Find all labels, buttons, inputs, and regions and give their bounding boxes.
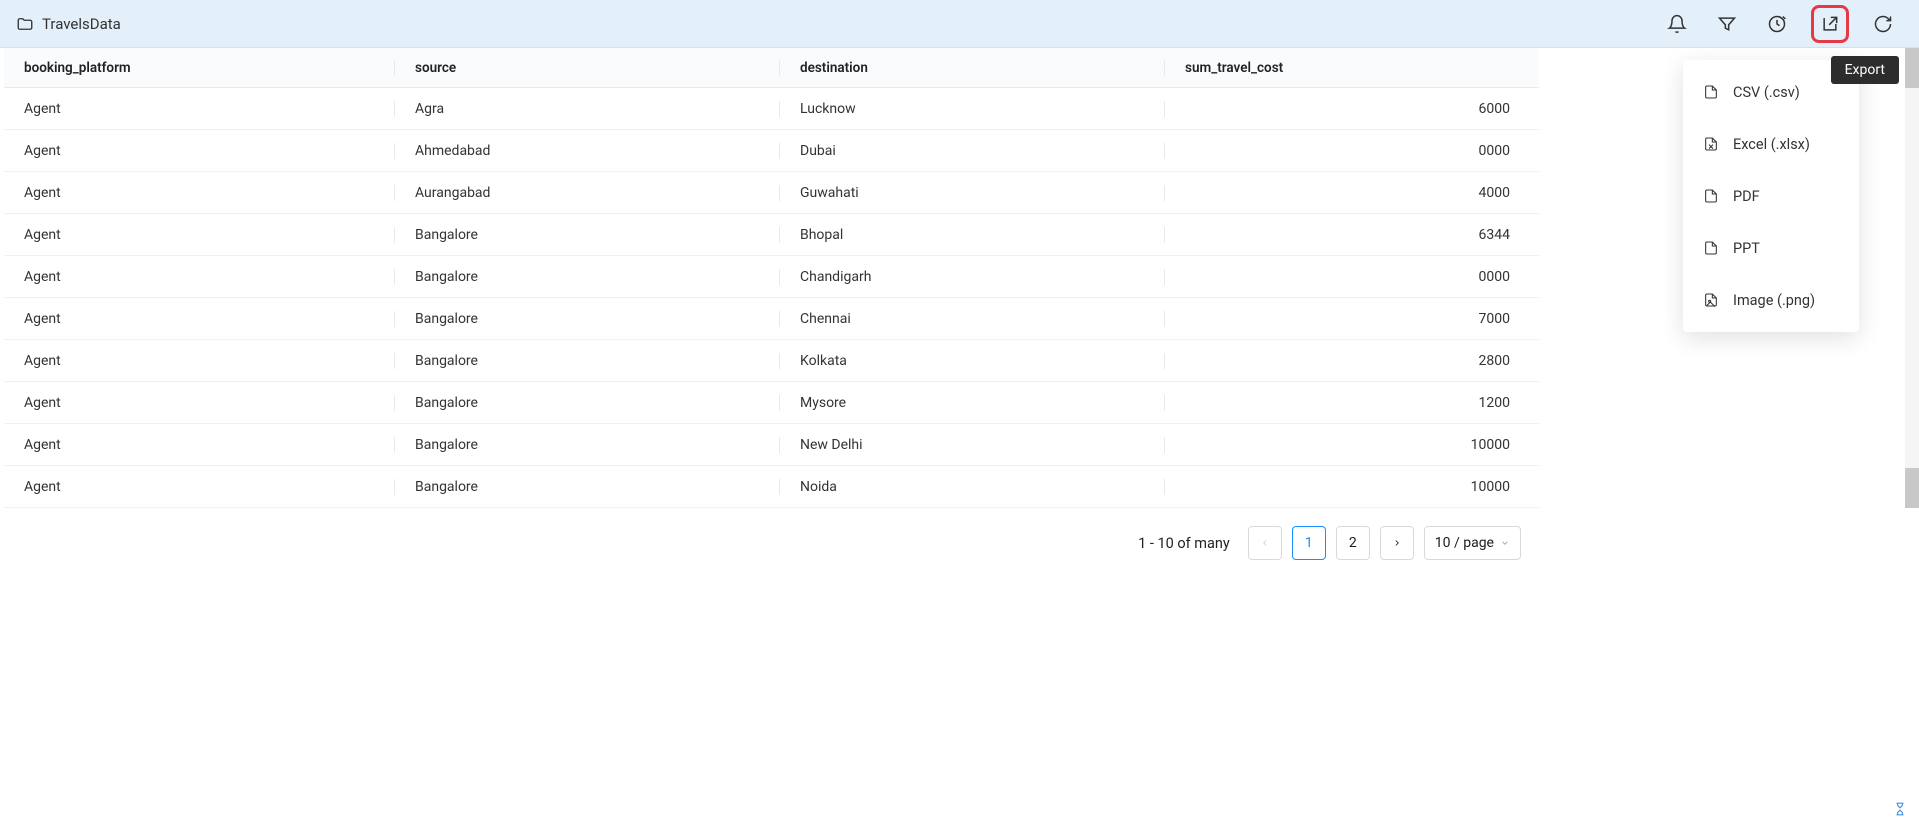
export-pdf-label: PDF <box>1733 188 1760 205</box>
table-row[interactable]: AgentBangaloreChandigarh0000 <box>4 256 1539 298</box>
cell-source: Bangalore <box>394 227 779 243</box>
cell-source: Bangalore <box>394 395 779 411</box>
cell-destination: Dubai <box>779 143 1164 159</box>
export-excel-label: Excel (.xlsx) <box>1733 136 1810 153</box>
cell-source: Bangalore <box>394 311 779 327</box>
pagination-page-1[interactable]: 1 <box>1292 526 1326 560</box>
cell-source: Bangalore <box>394 269 779 285</box>
pagination-page-2[interactable]: 2 <box>1336 526 1370 560</box>
cell-cost: 6000 <box>1164 101 1534 117</box>
cell-booking: Agent <box>4 143 394 159</box>
cell-destination: Bhopal <box>779 227 1164 243</box>
cell-cost: 0000 <box>1164 143 1534 159</box>
scroll-thumb-top[interactable] <box>1905 48 1919 88</box>
cell-cost: 6344 <box>1164 227 1534 243</box>
cell-source: Bangalore <box>394 479 779 495</box>
cell-booking: Agent <box>4 479 394 495</box>
table-body: AgentAgraLucknow6000AgentAhmedabadDubai0… <box>4 88 1539 508</box>
pagination-next[interactable] <box>1380 526 1414 560</box>
data-table: booking_platform source destination sum_… <box>4 48 1539 508</box>
cell-cost: 2800 <box>1164 353 1534 369</box>
cell-destination: Noida <box>779 479 1164 495</box>
vertical-scrollbar[interactable] <box>1905 48 1919 508</box>
cell-booking: Agent <box>4 101 394 117</box>
cell-destination: Chennai <box>779 311 1164 327</box>
export-image-label: Image (.png) <box>1733 292 1815 309</box>
cell-source: Bangalore <box>394 437 779 453</box>
table-row[interactable]: AgentBangaloreKolkata2800 <box>4 340 1539 382</box>
cell-source: Agra <box>394 101 779 117</box>
table-row[interactable]: AgentBangaloreBhopal6344 <box>4 214 1539 256</box>
table-row[interactable]: AgentBangaloreChennai7000 <box>4 298 1539 340</box>
column-header-source[interactable]: source <box>394 60 779 76</box>
cell-cost: 0000 <box>1164 269 1534 285</box>
cell-destination: Lucknow <box>779 101 1164 117</box>
cell-booking: Agent <box>4 311 394 327</box>
chevron-down-icon <box>1500 538 1510 548</box>
filter-button[interactable] <box>1711 8 1743 40</box>
cell-source: Ahmedabad <box>394 143 779 159</box>
table-row[interactable]: AgentBangaloreMysore1200 <box>4 382 1539 424</box>
cell-booking: Agent <box>4 395 394 411</box>
export-ppt-label: PPT <box>1733 240 1760 257</box>
page-title-group: TravelsData <box>16 15 121 33</box>
table-row[interactable]: AgentAurangabadGuwahati4000 <box>4 172 1539 214</box>
cell-booking: Agent <box>4 437 394 453</box>
cell-source: Bangalore <box>394 353 779 369</box>
pagination-info: 1 - 10 of many <box>1138 535 1230 552</box>
notifications-button[interactable] <box>1661 8 1693 40</box>
schedule-button[interactable] <box>1761 8 1793 40</box>
cell-cost: 10000 <box>1164 437 1534 453</box>
export-menu: CSV (.csv) Excel (.xlsx) PDF PPT Image (… <box>1683 60 1859 332</box>
table-row[interactable]: AgentAgraLucknow6000 <box>4 88 1539 130</box>
cell-cost: 1200 <box>1164 395 1534 411</box>
export-tooltip: Export <box>1831 56 1899 84</box>
table-header-row: booking_platform source destination sum_… <box>4 48 1539 88</box>
table-row[interactable]: AgentAhmedabadDubai0000 <box>4 130 1539 172</box>
page-title: TravelsData <box>42 15 121 33</box>
pagination-prev[interactable] <box>1248 526 1282 560</box>
cell-booking: Agent <box>4 269 394 285</box>
table-row[interactable]: AgentBangaloreNoida10000 <box>4 466 1539 508</box>
cell-booking: Agent <box>4 227 394 243</box>
column-header-booking[interactable]: booking_platform <box>4 60 394 76</box>
cell-cost: 7000 <box>1164 311 1534 327</box>
cell-booking: Agent <box>4 353 394 369</box>
cell-destination: New Delhi <box>779 437 1164 453</box>
cell-destination: Mysore <box>779 395 1164 411</box>
export-button[interactable] <box>1811 5 1849 43</box>
export-image[interactable]: Image (.png) <box>1683 274 1859 326</box>
cell-cost: 4000 <box>1164 185 1534 201</box>
export-csv-label: CSV (.csv) <box>1733 84 1800 101</box>
column-header-destination[interactable]: destination <box>779 60 1164 76</box>
cell-destination: Kolkata <box>779 353 1164 369</box>
page-size-select[interactable]: 10 / page <box>1424 526 1521 560</box>
export-pdf[interactable]: PDF <box>1683 170 1859 222</box>
folder-icon <box>16 15 34 33</box>
pagination: 1 - 10 of many 1 2 10 / page <box>4 508 1539 560</box>
header-bar: TravelsData <box>0 0 1919 48</box>
header-actions <box>1661 5 1903 43</box>
cell-cost: 10000 <box>1164 479 1534 495</box>
cell-booking: Agent <box>4 185 394 201</box>
refresh-button[interactable] <box>1867 8 1899 40</box>
export-excel[interactable]: Excel (.xlsx) <box>1683 118 1859 170</box>
column-header-cost[interactable]: sum_travel_cost <box>1164 60 1534 76</box>
hourglass-icon <box>1893 802 1907 816</box>
cell-destination: Chandigarh <box>779 269 1164 285</box>
page-size-label: 10 / page <box>1435 535 1494 551</box>
scroll-thumb-bottom[interactable] <box>1905 468 1919 508</box>
export-ppt[interactable]: PPT <box>1683 222 1859 274</box>
cell-destination: Guwahati <box>779 185 1164 201</box>
table-row[interactable]: AgentBangaloreNew Delhi10000 <box>4 424 1539 466</box>
cell-source: Aurangabad <box>394 185 779 201</box>
